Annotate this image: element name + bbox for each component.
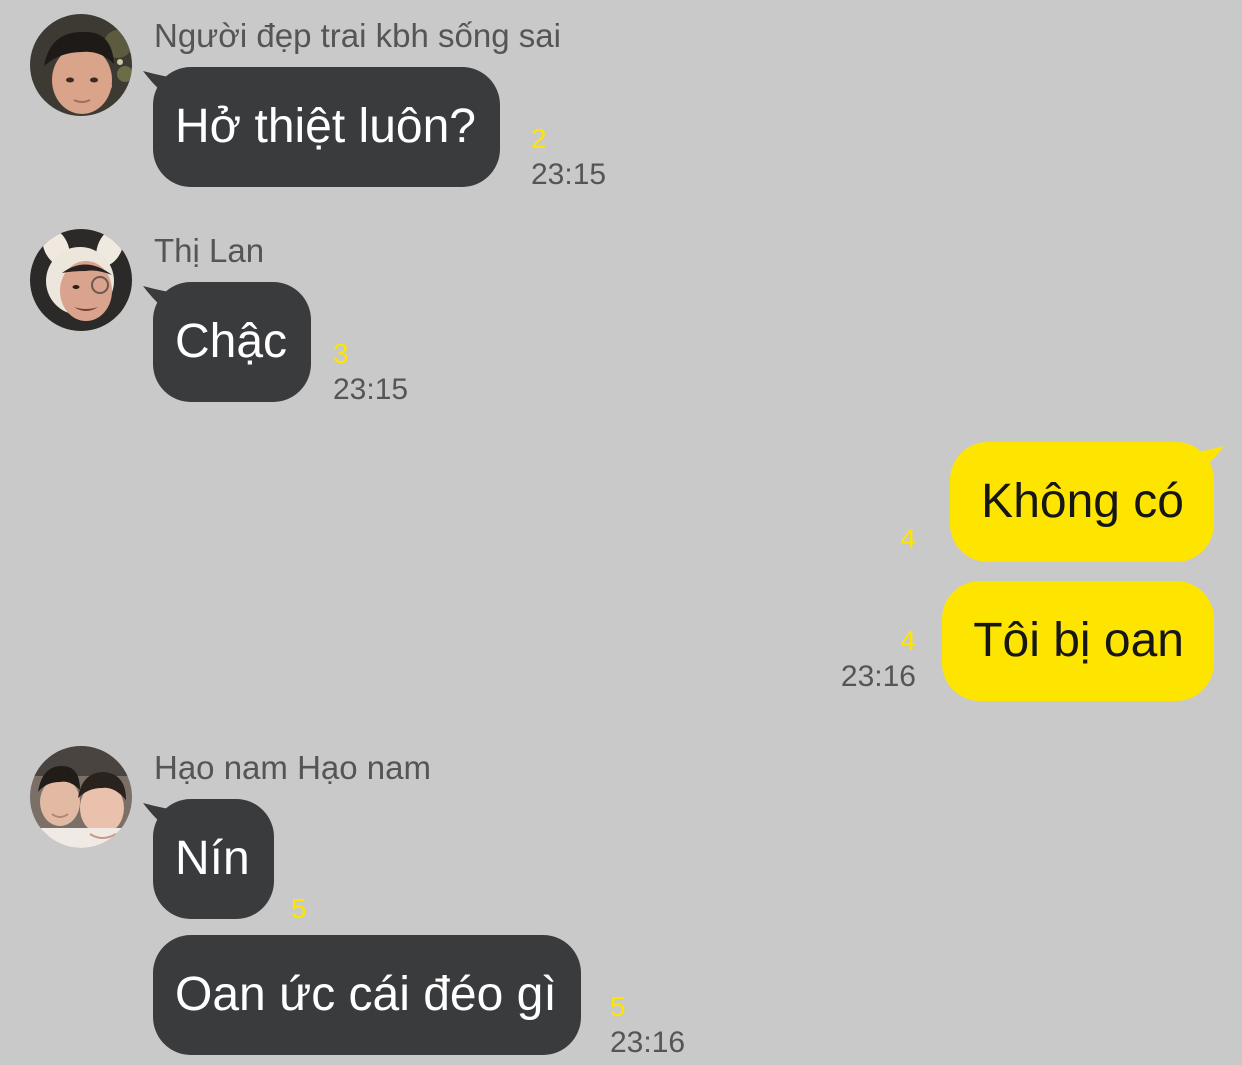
unread-count: 3 bbox=[333, 338, 349, 369]
unread-count: 4 bbox=[900, 523, 916, 554]
chat-message-list[interactable]: Người đẹp trai kbh sống sai Hở thiệt luô… bbox=[0, 0, 1242, 1065]
message-bubble[interactable]: Tôi bị oan bbox=[942, 581, 1214, 701]
unread-count: 4 bbox=[900, 625, 916, 656]
avatar[interactable] bbox=[30, 746, 132, 848]
message-time: 23:16 bbox=[610, 1026, 686, 1059]
message-bubble[interactable]: Hở thiệt luôn? bbox=[153, 67, 500, 187]
unread-count: 5 bbox=[291, 893, 307, 924]
avatar[interactable] bbox=[30, 229, 132, 331]
message-time: 23:15 bbox=[531, 158, 607, 191]
message-time: 23:16 bbox=[840, 660, 916, 693]
sender-name: Hạo nam Hạo nam bbox=[154, 749, 431, 786]
avatar[interactable] bbox=[30, 14, 132, 116]
sender-name: Người đẹp trai kbh sống sai bbox=[154, 17, 561, 54]
message-time: 23:15 bbox=[333, 373, 409, 406]
sender-name: Thị Lan bbox=[154, 232, 265, 269]
message-bubble[interactable]: Chậc bbox=[153, 282, 312, 402]
message-bubble[interactable]: Không có bbox=[950, 442, 1214, 562]
unread-count: 5 bbox=[610, 991, 626, 1022]
unread-count: 2 bbox=[531, 123, 547, 154]
message-bubble[interactable]: Nín bbox=[153, 799, 274, 919]
message-bubble[interactable]: Oan ức cái đéo gì bbox=[153, 935, 581, 1055]
